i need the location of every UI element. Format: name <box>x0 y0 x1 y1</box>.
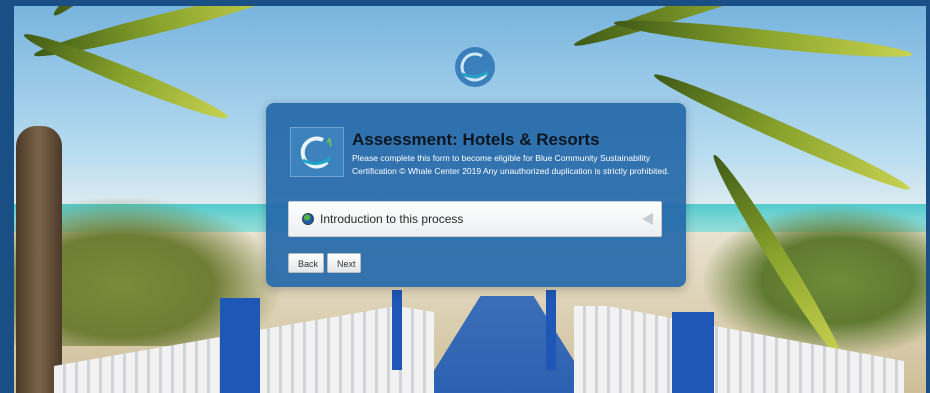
railing-post <box>220 298 260 393</box>
assessment-logo-icon <box>290 127 344 177</box>
assessment-title: Assessment: Hotels & Resorts <box>352 130 600 149</box>
globe-icon <box>302 213 314 225</box>
back-button[interactable]: Back <box>288 253 324 273</box>
railing-post <box>392 290 402 370</box>
assessment-card: Assessment: Hotels & Resorts Please comp… <box>266 103 686 287</box>
section-introduction[interactable]: Introduction to this process <box>288 201 662 237</box>
triangle-left-icon[interactable] <box>642 213 653 225</box>
railing-post <box>672 312 714 393</box>
assessment-description: Please complete this form to become elig… <box>352 153 670 176</box>
section-label: Introduction to this process <box>320 212 464 226</box>
palm-frond <box>613 14 914 64</box>
palm-frond <box>20 26 232 126</box>
next-button[interactable]: Next <box>327 253 361 273</box>
whale-center-logo-icon <box>455 47 495 87</box>
palm-trunk <box>16 126 62 393</box>
railing-post <box>546 290 556 370</box>
palm-frond <box>650 66 914 198</box>
